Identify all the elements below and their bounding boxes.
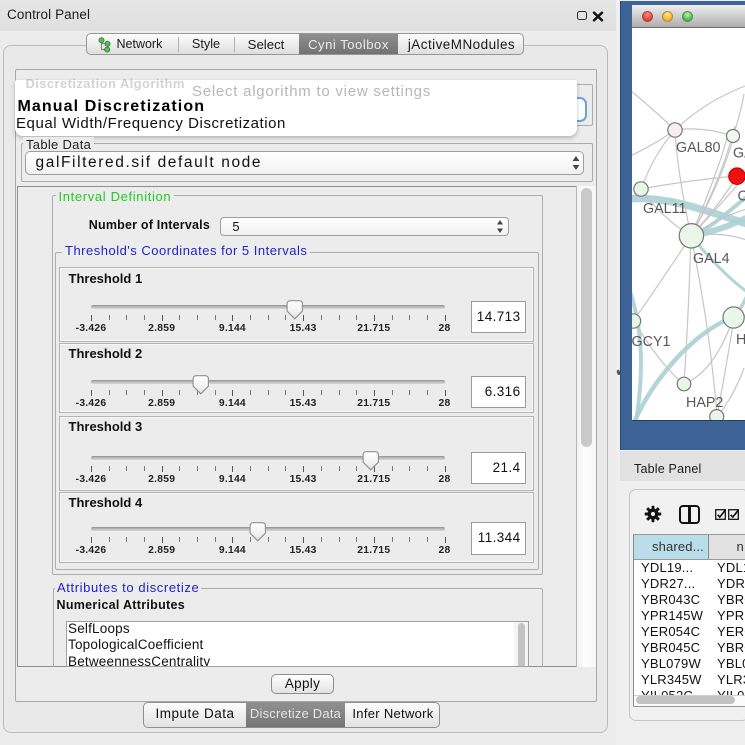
- svg-text:C: C: [738, 188, 745, 204]
- svg-text:GAL11: GAL11: [643, 201, 686, 217]
- svg-text:GAL80: GAL80: [676, 140, 721, 156]
- svg-text:H: H: [736, 332, 745, 348]
- svg-text:GA: GA: [733, 146, 745, 162]
- svg-text:GAL4: GAL4: [693, 251, 730, 267]
- svg-text:HAP2: HAP2: [686, 395, 723, 411]
- svg-text:GCY1: GCY1: [632, 334, 670, 350]
